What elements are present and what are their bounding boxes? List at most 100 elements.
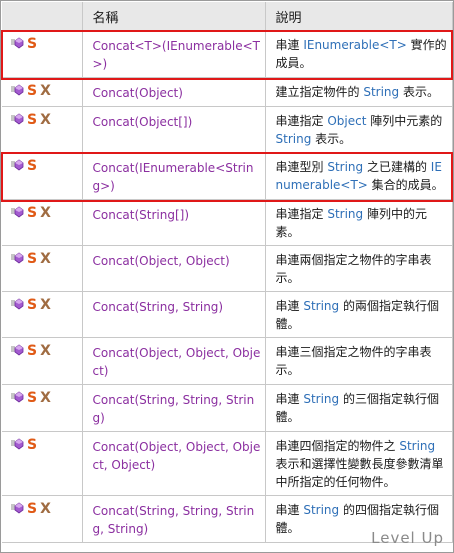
type-link[interactable]: Object [327, 114, 366, 128]
member-name-link[interactable]: Concat<T>(IEnumerable<T>) [82, 30, 266, 78]
member-icons-cell: SX [2, 384, 83, 432]
static-member-icon: S [27, 297, 38, 313]
member-name-link[interactable]: Concat(Object, Object, Object) [82, 337, 266, 385]
member-description: 串連 IEnumerable<T> 實作的成員。 [265, 30, 453, 78]
member-icons-cell: SX [2, 77, 83, 107]
description-text: 串連指定 [275, 114, 328, 128]
static-member-icon: S [27, 36, 38, 52]
member-icons-cell: S [2, 431, 83, 496]
member-name-link[interactable]: Concat(IEnumerable<String>) [82, 152, 266, 200]
xna-supported-icon: X [40, 501, 51, 517]
member-description: 串連指定 String 陣列中的元素。 [265, 199, 453, 246]
static-member-icon: S [27, 437, 38, 453]
static-member-icon: S [27, 83, 38, 99]
member-description: 串連指定 Object 陣列中元素的 String 表示。 [265, 106, 453, 153]
member-description: 串連 String 的兩個指定執行個體。 [265, 291, 453, 338]
member-name-link[interactable]: Concat(String, String) [82, 291, 266, 338]
type-link[interactable]: String [363, 85, 399, 99]
static-member-icon: S [27, 501, 38, 517]
members-table-frame: 名稱 說明 S Concat<T>(IEnumerable<T>) 串連 IEnum… [0, 0, 454, 553]
public-method-icon [10, 391, 24, 403]
member-name-link[interactable]: Concat(Object, Object, Object, Object) [82, 431, 266, 496]
description-text: 串連 [275, 392, 304, 406]
public-method-icon [10, 344, 24, 356]
public-method-icon [10, 206, 24, 218]
description-text: 陣列中元素的 [366, 114, 443, 128]
public-method-icon [10, 113, 24, 125]
static-member-icon: S [27, 251, 38, 267]
member-row: S Concat(Object, Object, Object, Object) 串… [2, 431, 453, 496]
member-row: S X Concat(String[]) 串連指定 String 陣列中的元素。 [2, 199, 453, 246]
member-icons-cell: SX [2, 106, 83, 153]
members-table: 名稱 說明 S Concat<T>(IEnumerable<T>) 串連 IEnum… [2, 2, 453, 543]
member-icons-cell: SX [2, 245, 83, 292]
public-method-icon [10, 298, 24, 310]
description-column-header: 說明 [265, 2, 453, 31]
xna-supported-icon: X [40, 297, 51, 313]
table-header-row: 名稱 說明 [2, 2, 453, 31]
xna-supported-icon: X [40, 83, 51, 99]
type-link[interactable]: String [399, 439, 435, 453]
type-link[interactable]: String [276, 132, 312, 146]
public-method-icon [10, 502, 24, 514]
member-row: S X Concat(String, String, String) 串連 Strin… [2, 384, 453, 432]
member-row: S X Concat(String, String) 串連 String 的兩個指定執… [2, 291, 453, 338]
public-method-icon [10, 252, 24, 264]
description-text: 串連指定 [275, 207, 328, 221]
member-icons-cell: S [2, 30, 83, 78]
member-name-link[interactable]: Concat(String[]) [82, 199, 266, 246]
static-member-icon: S [27, 390, 38, 406]
description-text: 表示。 [399, 85, 439, 99]
public-method-icon [10, 438, 24, 450]
public-method-icon [10, 159, 24, 171]
member-description: 建立指定物件的 String 表示。 [265, 77, 453, 107]
member-name-link[interactable]: Concat(String, String, String, String) [82, 495, 266, 543]
public-method-icon [10, 37, 24, 49]
description-text: 串連兩個指定之物件的字串表示。 [275, 253, 432, 285]
member-name-link[interactable]: Concat(Object) [82, 77, 266, 107]
description-text: 串連 [275, 299, 304, 313]
member-icons-cell: SX [2, 291, 83, 338]
xna-supported-icon: X [40, 390, 51, 406]
type-link[interactable]: String [303, 392, 339, 406]
xna-supported-icon: X [40, 251, 51, 267]
member-description: 串連三個指定之物件的字串表示。 [265, 337, 453, 385]
member-name-link[interactable]: Concat(String, String, String) [82, 384, 266, 432]
xna-supported-icon: X [40, 112, 51, 128]
member-name-link[interactable]: Concat(Object, Object) [82, 245, 266, 292]
type-link[interactable]: String [327, 207, 363, 221]
xna-supported-icon: X [40, 343, 51, 359]
description-text: 串連型別 [275, 160, 328, 174]
static-member-icon: S [27, 205, 38, 221]
public-method-icon [10, 84, 24, 96]
type-link[interactable]: String [303, 503, 339, 517]
member-row: S X Concat(Object) 建立指定物件的 String 表示。 [2, 77, 453, 107]
member-description: 串連型別 String 之已建構的 IEnumerable<T> 集合的成員。 [265, 152, 453, 200]
member-name-link[interactable]: Concat(Object[]) [82, 106, 266, 153]
watermark: Level Up [371, 529, 444, 547]
icons-column-header [2, 2, 83, 31]
description-text: 串連四個指定的物件之 [275, 439, 400, 453]
name-column-header: 名稱 [82, 2, 266, 31]
member-icons-cell: SX [2, 337, 83, 385]
description-text: 建立指定物件的 [275, 85, 364, 99]
description-text: 串連 [275, 503, 304, 517]
member-row: S Concat<T>(IEnumerable<T>) 串連 IEnumerable… [2, 30, 453, 78]
type-link[interactable]: String [327, 160, 363, 174]
description-text: 串連 [275, 38, 304, 52]
member-icons-cell: S [2, 152, 83, 200]
member-description: 串連兩個指定之物件的字串表示。 [265, 245, 453, 292]
description-text: 表示和選擇性變數長度參數清單中所指定的任何物件。 [275, 457, 444, 489]
member-icons-cell: SX [2, 199, 83, 246]
member-row: S X Concat(Object[]) 串連指定 Object 陣列中元素的 Str… [2, 106, 453, 153]
member-row: S Concat(IEnumerable<String>) 串連型別 String … [2, 152, 453, 200]
xna-supported-icon: X [40, 205, 51, 221]
static-member-icon: S [27, 343, 38, 359]
type-link[interactable]: IEnumerable<T> [303, 38, 406, 52]
member-row: S X Concat(Object, Object) 串連兩個指定之物件的字串表示。 [2, 245, 453, 292]
description-text: 表示。 [311, 132, 352, 146]
type-link[interactable]: String [303, 299, 339, 313]
member-icons-cell: SX [2, 495, 83, 543]
static-member-icon: S [27, 112, 38, 128]
description-text: 集合的成員。 [367, 178, 444, 192]
